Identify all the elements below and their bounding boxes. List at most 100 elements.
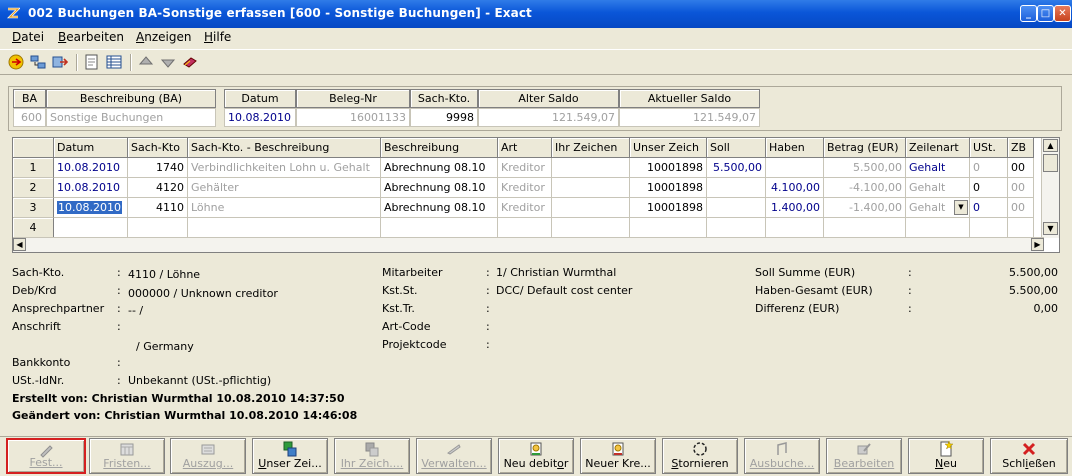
col-header-ust[interactable]: USt. xyxy=(970,138,1008,158)
cell-zb[interactable]: 00 xyxy=(1008,158,1034,178)
cell-beschreibung[interactable]: Abrechnung 08.10 xyxy=(381,198,498,218)
vertical-scrollbar[interactable]: ▲ ▼ xyxy=(1041,138,1059,238)
book-icon[interactable] xyxy=(182,54,198,70)
cell-zeilenart[interactable]: Gehalt xyxy=(906,158,970,178)
cell-zb[interactable]: 00 xyxy=(1008,178,1034,198)
document-number-field[interactable]: 16001133 xyxy=(296,108,410,127)
cell-sachkto[interactable]: 4110 xyxy=(128,198,188,218)
cell-ihr-zeichen[interactable] xyxy=(552,218,630,238)
auszug-button[interactable]: Auszug... xyxy=(170,438,246,474)
col-header-betrag[interactable]: Betrag (EUR) xyxy=(824,138,906,158)
verwalten-button[interactable]: Verwalten... xyxy=(416,438,492,474)
menu-anzeigen[interactable]: Anzeigen xyxy=(136,30,191,44)
col-header-beschreibung[interactable]: Beschreibung xyxy=(381,138,498,158)
stornieren-button[interactable]: Stornieren xyxy=(662,438,738,474)
maximize-button[interactable]: □ xyxy=(1037,5,1054,22)
exact-logo-icon[interactable] xyxy=(8,54,24,70)
cell-unser-zeichen[interactable]: 10001898 xyxy=(630,158,707,178)
fristen-button[interactable]: Fristen... xyxy=(89,438,165,474)
horizontal-scrollbar[interactable]: ◀ ▶ xyxy=(13,237,1044,252)
cell-ust[interactable]: 0 xyxy=(970,178,1008,198)
cell-ihr-zeichen[interactable] xyxy=(552,158,630,178)
cell-beschreibung[interactable] xyxy=(381,218,498,238)
cell-ust[interactable]: 0 xyxy=(970,158,1008,178)
ba-description-field[interactable]: Sonstige Buchungen xyxy=(46,108,216,127)
cell-soll[interactable] xyxy=(707,198,766,218)
col-header-sachkto-beschreibung[interactable]: Sach-Kto. - Beschreibung xyxy=(188,138,381,158)
document-icon[interactable] xyxy=(84,54,100,70)
cell-unser-zeichen[interactable]: 10001898 xyxy=(630,198,707,218)
col-header-zb[interactable]: ZB xyxy=(1008,138,1034,158)
row-number[interactable]: 4 xyxy=(13,218,54,238)
date-field[interactable]: 10.08.2010 xyxy=(224,108,296,127)
col-header-zeilenart[interactable]: Zeilenart xyxy=(906,138,970,158)
cell-soll[interactable] xyxy=(707,178,766,198)
minimize-button[interactable]: _ xyxy=(1020,5,1037,22)
scroll-right-icon[interactable]: ▶ xyxy=(1031,238,1044,251)
scroll-left-icon[interactable]: ◀ xyxy=(13,238,26,251)
cell-zb[interactable] xyxy=(1008,218,1034,238)
cell-unser-zeichen[interactable] xyxy=(630,218,707,238)
gl-account-field[interactable]: 9998 xyxy=(410,108,478,127)
cell-haben[interactable] xyxy=(766,218,824,238)
cell-sachkto[interactable] xyxy=(128,218,188,238)
cell-datum[interactable]: 10.08.2010 xyxy=(54,198,128,218)
vertical-scroll-thumb[interactable] xyxy=(1043,154,1058,172)
cell-haben[interactable]: 4.100,00 xyxy=(766,178,824,198)
row-number[interactable]: 1 xyxy=(13,158,54,178)
col-header-unser-zeichen[interactable]: Unser Zeich xyxy=(630,138,707,158)
table-icon[interactable] xyxy=(106,54,122,70)
ausbuchen-button[interactable]: Ausbuche... xyxy=(744,438,820,474)
cell-datum[interactable] xyxy=(54,218,128,238)
new-debtor-button[interactable]: Neu debitor xyxy=(498,438,574,474)
new-button[interactable]: Neu xyxy=(908,438,984,474)
col-header-sachkto[interactable]: Sach-Kto xyxy=(128,138,188,158)
cell-datum[interactable]: 10.08.2010 xyxy=(54,178,128,198)
scroll-down-icon[interactable]: ▼ xyxy=(1043,222,1058,235)
col-header-haben[interactable]: Haben xyxy=(766,138,824,158)
scroll-up-icon[interactable]: ▲ xyxy=(1043,139,1058,152)
cell-sachkto[interactable]: 4120 xyxy=(128,178,188,198)
row-number[interactable]: 3 xyxy=(13,198,54,218)
cell-beschreibung[interactable]: Abrechnung 08.10 xyxy=(381,158,498,178)
new-creditor-button[interactable]: Neuer Kre... xyxy=(580,438,656,474)
dropdown-arrow-icon[interactable]: ▼ xyxy=(954,200,968,215)
ba-field[interactable]: 600 xyxy=(13,108,46,127)
row-number[interactable]: 2 xyxy=(13,178,54,198)
exact-app-icon[interactable] xyxy=(6,6,20,20)
cell-zeilenart[interactable]: Gehalt xyxy=(906,178,970,198)
transfer-icon[interactable] xyxy=(30,54,46,70)
cell-sachkto[interactable]: 1740 xyxy=(128,158,188,178)
cell-zeilenart[interactable]: Gehalt ▼ xyxy=(906,198,970,218)
cell-ihr-zeichen[interactable] xyxy=(552,178,630,198)
fest-button[interactable]: Fest... xyxy=(6,438,86,474)
bearbeiten-button[interactable]: Bearbeiten xyxy=(826,438,902,474)
export-icon[interactable] xyxy=(52,54,68,70)
cell-beschreibung[interactable]: Abrechnung 08.10 xyxy=(381,178,498,198)
reference-icon xyxy=(365,442,379,457)
menu-hilfe[interactable]: Hilfe xyxy=(204,30,231,44)
col-header-datum[interactable]: Datum xyxy=(54,138,128,158)
menu-bearbeiten[interactable]: Bearbeiten xyxy=(58,30,124,44)
cell-ust[interactable]: 0 xyxy=(970,198,1008,218)
arrow-down-icon[interactable] xyxy=(160,54,176,70)
cell-ihr-zeichen[interactable] xyxy=(552,198,630,218)
cell-haben[interactable] xyxy=(766,158,824,178)
cell-haben[interactable]: 1.400,00 xyxy=(766,198,824,218)
cell-ust[interactable] xyxy=(970,218,1008,238)
unser-zeichen-button[interactable]: Unser Zei... xyxy=(252,438,328,474)
close-window-button[interactable]: Schließen xyxy=(990,438,1068,474)
col-header-soll[interactable]: Soll xyxy=(707,138,766,158)
cell-zeilenart[interactable] xyxy=(906,218,970,238)
col-header-art[interactable]: Art xyxy=(498,138,552,158)
arrow-up-icon[interactable] xyxy=(138,54,154,70)
cell-zb[interactable]: 00 xyxy=(1008,198,1034,218)
cell-soll[interactable] xyxy=(707,218,766,238)
menu-datei[interactable]: Datei xyxy=(12,30,44,44)
cell-soll[interactable]: 5.500,00 xyxy=(707,158,766,178)
cell-unser-zeichen[interactable]: 10001898 xyxy=(630,178,707,198)
close-button[interactable]: ✕ xyxy=(1054,5,1071,22)
col-header-ihr-zeichen[interactable]: Ihr Zeichen xyxy=(552,138,630,158)
ihr-zeichen-button[interactable]: Ihr Zeich.... xyxy=(334,438,410,474)
cell-datum[interactable]: 10.08.2010 xyxy=(54,158,128,178)
